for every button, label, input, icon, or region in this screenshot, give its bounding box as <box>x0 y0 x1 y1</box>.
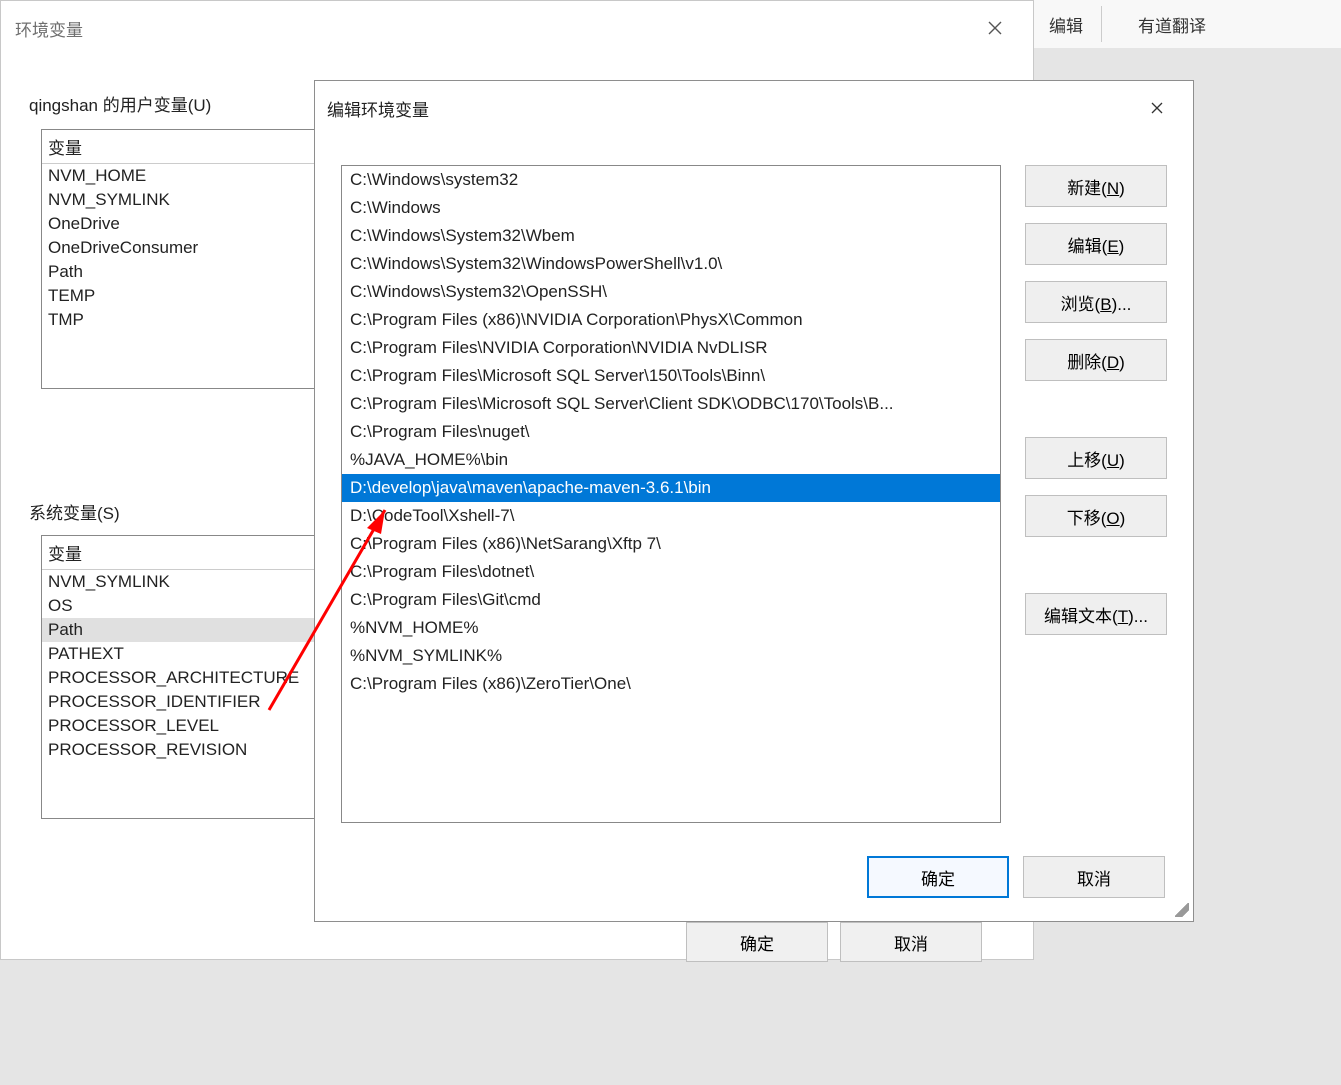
dialog-titlebar: 环境变量 <box>1 1 1033 55</box>
path-entry-row[interactable]: C:\Program Files\nuget\ <box>342 418 1000 446</box>
edit-ok-button[interactable]: 确定 <box>867 856 1009 898</box>
path-entry-row[interactable]: C:\Program Files\Microsoft SQL Server\15… <box>342 362 1000 390</box>
path-entry-row[interactable]: C:\Program Files (x86)\NetSarang\Xftp 7\ <box>342 530 1000 558</box>
edit-dialog-titlebar: 编辑环境变量 <box>315 81 1193 135</box>
bg-menu-item[interactable]: 有道翻译 <box>1138 12 1206 37</box>
edit-environment-variable-dialog: 编辑环境变量 C:\Windows\system32C:\WindowsC:\W… <box>314 80 1194 922</box>
path-entry-row[interactable]: %JAVA_HOME%\bin <box>342 446 1000 474</box>
edit-dialog-bottom-buttons: 确定 取消 <box>867 856 1165 898</box>
path-entry-row[interactable]: %NVM_HOME% <box>342 614 1000 642</box>
path-entry-row[interactable]: C:\Program Files (x86)\ZeroTier\One\ <box>342 670 1000 698</box>
user-variables-label: qingshan 的用户变量(U) <box>29 91 211 116</box>
resize-grip-icon[interactable] <box>1175 903 1189 917</box>
close-icon[interactable] <box>1133 88 1181 128</box>
delete-button[interactable]: 删除(D) <box>1025 339 1167 381</box>
edit-text-button[interactable]: 编辑文本(T)... <box>1025 593 1167 635</box>
path-entry-row[interactable]: D:\develop\java\maven\apache-maven-3.6.1… <box>342 474 1000 502</box>
background-menu: 编辑 有道翻译 <box>1031 0 1341 48</box>
path-entry-row[interactable]: %NVM_SYMLINK% <box>342 642 1000 670</box>
path-entry-row[interactable]: C:\Program Files\Microsoft SQL Server\Cl… <box>342 390 1000 418</box>
path-entry-row[interactable]: C:\Windows\System32\WindowsPowerShell\v1… <box>342 250 1000 278</box>
path-entry-row[interactable]: C:\Windows <box>342 194 1000 222</box>
env-ok-button[interactable]: 确定 <box>686 922 828 962</box>
move-up-button[interactable]: 上移(U) <box>1025 437 1167 479</box>
edit-cancel-button[interactable]: 取消 <box>1023 856 1165 898</box>
path-entry-row[interactable]: C:\Windows\System32\Wbem <box>342 222 1000 250</box>
path-entry-row[interactable]: C:\Windows\System32\OpenSSH\ <box>342 278 1000 306</box>
menu-divider <box>1101 6 1102 42</box>
path-entry-row[interactable]: C:\Program Files\NVIDIA Corporation\NVID… <box>342 334 1000 362</box>
edit-dialog-title: 编辑环境变量 <box>327 96 429 121</box>
close-icon[interactable] <box>971 1 1019 55</box>
new-button[interactable]: 新建(N) <box>1025 165 1167 207</box>
edit-button[interactable]: 编辑(E) <box>1025 223 1167 265</box>
path-entry-row[interactable]: D:\CodeTool\Xshell-7\ <box>342 502 1000 530</box>
path-entry-row[interactable]: C:\Program Files (x86)\NVIDIA Corporatio… <box>342 306 1000 334</box>
path-entry-row[interactable]: C:\Windows\system32 <box>342 166 1000 194</box>
path-entries-list[interactable]: C:\Windows\system32C:\WindowsC:\Windows\… <box>341 165 1001 823</box>
env-cancel-button[interactable]: 取消 <box>840 922 982 962</box>
path-entry-row[interactable]: C:\Program Files\dotnet\ <box>342 558 1000 586</box>
env-dialog-buttons: 确定 取消 <box>686 922 982 962</box>
edit-dialog-side-buttons: 新建(N) 编辑(E) 浏览(B)... 删除(D) 上移(U) 下移(O) 编… <box>1025 165 1167 651</box>
bg-menu-item[interactable]: 编辑 <box>1049 12 1083 37</box>
move-down-button[interactable]: 下移(O) <box>1025 495 1167 537</box>
browse-button[interactable]: 浏览(B)... <box>1025 281 1167 323</box>
path-entry-row[interactable]: C:\Program Files\Git\cmd <box>342 586 1000 614</box>
system-variables-label: 系统变量(S) <box>29 499 120 524</box>
dialog-title: 环境变量 <box>15 16 83 41</box>
